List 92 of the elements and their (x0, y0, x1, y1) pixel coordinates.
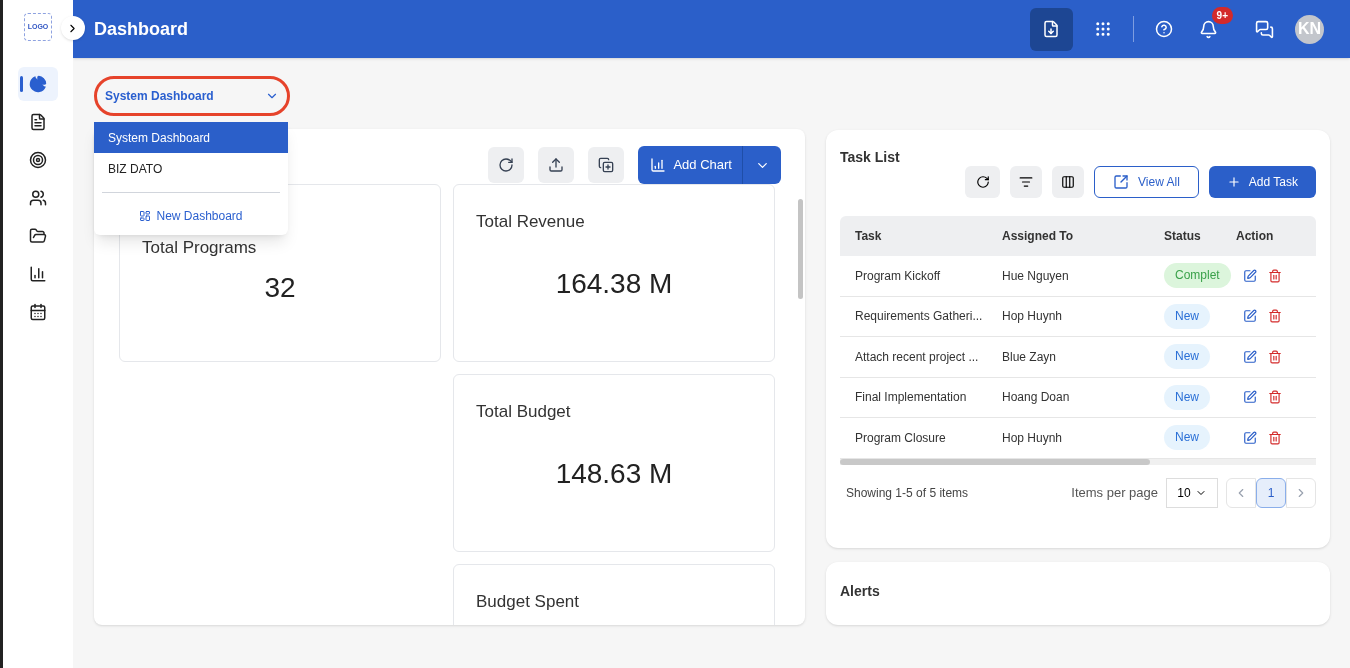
refresh-button[interactable] (965, 166, 1001, 198)
trash-icon (1268, 268, 1282, 283)
delete-button[interactable] (1268, 390, 1282, 405)
filter-icon (1019, 175, 1034, 189)
file-download-icon (1042, 20, 1061, 38)
scrollbar-thumb[interactable] (798, 199, 803, 299)
delete-button[interactable] (1268, 268, 1282, 283)
chat-icon (1254, 19, 1274, 39)
stat-title: Budget Spent (476, 591, 581, 613)
stat-title: Total Revenue (476, 211, 586, 233)
status-badge: Complet (1164, 263, 1231, 289)
delete-button[interactable] (1268, 309, 1282, 324)
export-button[interactable] (538, 147, 575, 183)
stat-value: 32 (264, 270, 296, 305)
status-badge: New (1164, 384, 1210, 410)
edit-button[interactable] (1243, 390, 1257, 405)
grid-icon (1093, 20, 1112, 38)
people-icon (28, 189, 47, 207)
table-cell-text: Hue Nguyen (1002, 267, 1070, 285)
filter-button[interactable] (1010, 166, 1043, 198)
upload-icon (548, 157, 565, 173)
edit-button[interactable] (1243, 309, 1257, 324)
column-header: Task (854, 228, 883, 245)
card-title: Alerts (840, 583, 880, 599)
showing-text: Showing 1-5 of 5 items (846, 484, 969, 502)
trash-icon (1268, 309, 1282, 324)
menu-item[interactable]: BIZ DATO (94, 153, 288, 184)
pie-chart-icon (28, 75, 47, 93)
duplicate-button[interactable] (588, 147, 625, 183)
edit-icon (1243, 349, 1257, 364)
expand-button[interactable] (60, 16, 85, 40)
copy-plus-icon (598, 157, 615, 173)
refresh-icon (975, 175, 990, 189)
notification-badge: 9+ (1211, 6, 1233, 24)
target-icon (28, 151, 47, 169)
page-button[interactable]: 1 (1256, 477, 1286, 508)
status-badge: New (1164, 344, 1210, 370)
table-cell-text: Hop Huynh (1002, 308, 1064, 326)
folder-icon (28, 227, 47, 245)
stat-value: 164.38 M (555, 266, 673, 301)
column-header: Status (1164, 228, 1202, 245)
stat-value: 148.63 M (555, 456, 673, 491)
table-cell-text: Hop Huynh (1002, 429, 1064, 447)
edit-icon (1243, 430, 1257, 445)
dashboard-select[interactable]: System Dashboard (94, 76, 290, 116)
stat-title: Total Programs (142, 237, 258, 259)
table-cell-text: Program Kickoff (854, 267, 942, 285)
table-cell-text: Program Closure (854, 429, 947, 447)
columns-button[interactable] (1052, 166, 1085, 198)
trash-icon (1268, 390, 1282, 405)
delete-button[interactable] (1268, 430, 1282, 445)
table-cell-text: Final Implementation (854, 389, 968, 407)
columns-icon (1061, 175, 1076, 189)
edit-icon (1243, 268, 1257, 283)
scrollbar-thumb[interactable] (840, 458, 1150, 465)
table-cell-text: Hoang Doan (1002, 389, 1071, 407)
edit-button[interactable] (1243, 430, 1257, 445)
edit-button[interactable] (1243, 268, 1257, 283)
bell-icon (1199, 19, 1219, 39)
edit-icon (1243, 309, 1257, 324)
refresh-button[interactable] (488, 147, 525, 183)
trash-icon (1268, 430, 1282, 445)
calendar-icon (28, 303, 47, 321)
delete-button[interactable] (1268, 349, 1282, 364)
bar-chart-icon (28, 265, 47, 283)
status-badge: New (1164, 303, 1210, 329)
view-all-button[interactable]: View All (1094, 166, 1199, 198)
dashboard-plus-icon (139, 210, 152, 222)
table-cell-text: Blue Zayn (1002, 348, 1058, 366)
card-title: Task List (840, 148, 901, 167)
download-button[interactable] (1029, 7, 1073, 51)
edit-icon (1243, 390, 1257, 405)
page-title: Dashboard (94, 17, 189, 41)
status-badge: New (1164, 425, 1210, 451)
external-link-icon (1113, 174, 1130, 190)
items-per-page-label: Items per page (1071, 483, 1158, 502)
help-icon (1154, 20, 1173, 38)
document-icon (28, 113, 47, 131)
plus-icon (1226, 175, 1241, 189)
column-header: Assigned To (1002, 228, 1075, 245)
edit-button[interactable] (1243, 349, 1257, 364)
table-cell-text: Attach recent project ... (854, 348, 980, 366)
column-header: Action (1236, 228, 1275, 245)
per-page-select[interactable]: 10 (1166, 477, 1218, 508)
add-task-button[interactable]: Add Task (1208, 166, 1316, 198)
stat-title: Total Budget (476, 401, 572, 423)
menu-item[interactable]: System Dashboard (94, 122, 288, 153)
trash-icon (1268, 349, 1282, 364)
new-dashboard-button[interactable]: New Dashboard (94, 201, 288, 231)
table-cell-text: Requirements Gatheri... (854, 308, 984, 326)
refresh-icon (498, 157, 515, 173)
chart-plus-icon (650, 157, 667, 173)
